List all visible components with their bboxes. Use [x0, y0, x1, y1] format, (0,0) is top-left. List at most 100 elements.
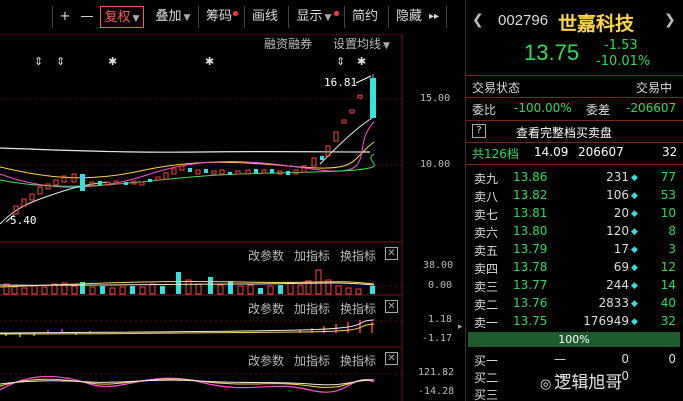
kdj-panel-header: 改参数 加指标 换指标 ✕ [0, 350, 400, 368]
xianshi-dropdown[interactable]: 显示 ▼ [292, 6, 336, 28]
sell-level-label: 卖三 [474, 280, 499, 294]
sell-row[interactable]: 卖九 13.86 231 ◆ 77 [466, 170, 683, 188]
toolbar-divider [388, 6, 389, 28]
watermark: ◎ 逻辑旭哥 [540, 368, 622, 393]
help-icon[interactable]: ? [472, 124, 486, 138]
zoom-out-button[interactable]: — [78, 6, 96, 28]
ma-setting-dropdown[interactable]: 设置均线 ▼ [333, 35, 390, 52]
low-price-label: 5.40 [10, 214, 37, 227]
next-stock-icon[interactable]: ❯ [664, 12, 676, 28]
stock-code: 002796 [498, 12, 549, 29]
huan-zhibiao-link[interactable]: 换指标 [340, 247, 376, 264]
close-icon[interactable]: ✕ [385, 247, 398, 260]
trade-state-label: 交易状态 [472, 81, 521, 95]
sell-level-label: 卖九 [474, 172, 499, 186]
sell-volume: 120 [606, 224, 629, 238]
fuquan-label: 复权 [104, 10, 131, 25]
weicha-value: -206607 [626, 101, 677, 115]
fuquan-dropdown[interactable]: 复权 ▼ [100, 6, 144, 28]
sell-row[interactable]: 卖八 13.82 106 ◆ 53 [466, 188, 683, 206]
jianyue-button[interactable]: 简约 [348, 6, 382, 28]
zoom-in-button[interactable]: + [56, 6, 74, 28]
diejia-label: 叠加 [155, 9, 182, 24]
divider [466, 142, 683, 143]
diejia-dropdown[interactable]: 叠加 ▼ [150, 6, 196, 28]
sell-level-label: 卖七 [474, 208, 499, 222]
huaxian-button[interactable]: 画线 [248, 6, 282, 28]
sell-volume: 20 [613, 206, 629, 220]
sell-level-label: 卖六 [474, 226, 499, 240]
sell-row[interactable]: 卖六 13.80 120 ◆ 8 [466, 224, 683, 242]
sell-volume: 2833 [598, 296, 629, 310]
close-icon[interactable]: ✕ [385, 352, 398, 365]
quote-panel: ❮ 002796 世嘉科技 ❯ 13.75 -1.53 -10.01% 交易状态… [465, 0, 683, 401]
macd-panel-header: 改参数 加指标 换指标 ✕ [0, 298, 400, 316]
buy-level-label: 买三 [474, 388, 499, 401]
buy-level-label: 买二 [474, 371, 499, 385]
jia-zhibiao-link[interactable]: 加指标 [294, 352, 330, 369]
sell-volume: 244 [606, 278, 629, 292]
kdj-axis-tick: -14.28 [418, 386, 455, 397]
sell-row[interactable]: 卖一 13.75 176949 ◆ 32 [466, 314, 683, 332]
sell-sub-count: 12 [660, 260, 676, 274]
kline-chart[interactable]: ⇕ ⇕ ✱ ✱ ⇕ ✱ [0, 34, 462, 401]
ratio-label: 100% [558, 333, 590, 346]
chevron-down-icon: ▼ [132, 14, 140, 24]
yincang-button[interactable]: 隐藏 [392, 6, 426, 28]
more-arrow-icon[interactable]: ▸▸ [426, 6, 442, 28]
svg-text:✱: ✱ [108, 55, 117, 68]
sell-volume: 106 [606, 188, 629, 202]
buy-volume: 0 [621, 352, 629, 366]
price-change: -1.53 [604, 38, 638, 53]
huan-zhibiao-link[interactable]: 换指标 [340, 300, 376, 317]
weibi-label: 委比 [472, 103, 497, 117]
prev-stock-icon[interactable]: ❮ [472, 12, 484, 28]
toolbar-divider [52, 6, 53, 28]
rzrq-link[interactable]: 融资融券 [264, 35, 312, 52]
candlesticks [13, 74, 376, 215]
sell-sub-count: 40 [660, 296, 676, 310]
chouma-button[interactable]: 筹码 [202, 6, 236, 28]
trade-status-row: 交易状态 交易中 [466, 79, 683, 97]
collapse-handle-icon[interactable]: ▸ [458, 322, 464, 336]
gai-canshu-link[interactable]: 改参数 [248, 247, 284, 264]
toolbar-divider [244, 6, 245, 28]
gai-canshu-link[interactable]: 改参数 [248, 352, 284, 369]
high-price-label: 16.81 [324, 76, 358, 89]
weicha-label: 委差 [586, 103, 611, 117]
price-change-pct: -10.01% [596, 54, 651, 69]
sell-row[interactable]: 卖三 13.77 244 ◆ 14 [466, 278, 683, 296]
weibi-row: 委比 -100.00% 委差 -206607 [466, 101, 683, 119]
kline-chart-area: ⇕ ⇕ ✱ ✱ ⇕ ✱ 融资融券 设置均线 ▼ 16.81 5.40 15.00… [0, 34, 462, 401]
buy-sell-ratio-bar: 100% [468, 332, 680, 347]
total-levels-label: 共126档 [472, 147, 519, 161]
jia-zhibiao-link[interactable]: 加指标 [294, 300, 330, 317]
sell-price: 13.82 [513, 188, 548, 202]
sell-row[interactable]: 卖二 13.76 2833 ◆ 40 [466, 296, 683, 314]
macd-axis-tick: -1.17 [422, 333, 453, 344]
sell-sub-count: 53 [660, 188, 676, 202]
gai-canshu-link[interactable]: 改参数 [248, 300, 284, 317]
xianshi-label: 显示 [296, 9, 323, 24]
full-book-row[interactable]: ? 查看完整档买卖盘 [466, 123, 683, 141]
volume-axis-tick: 0.00 [428, 280, 453, 291]
sell-volume: 69 [613, 260, 629, 274]
svg-text:⇕: ⇕ [34, 55, 43, 68]
last-price: 13.75 [524, 40, 580, 65]
close-icon[interactable]: ✕ [385, 300, 398, 313]
sell-volume: 176949 [583, 314, 629, 328]
watermark-text: 逻辑旭哥 [554, 373, 623, 393]
jia-zhibiao-link[interactable]: 加指标 [294, 247, 330, 264]
buy-level-label: 买一 [474, 354, 499, 368]
sell-row[interactable]: 卖五 13.79 17 ◆ 3 [466, 242, 683, 260]
sell-price: 13.75 [513, 314, 548, 328]
svg-text:⇕: ⇕ [336, 55, 345, 68]
buy-sub-count: 0 [668, 352, 676, 366]
sell-row[interactable]: 卖七 13.81 20 ◆ 10 [466, 206, 683, 224]
volume-panel-header: 改参数 加指标 换指标 ✕ [0, 245, 400, 263]
total-avg-price: 14.09 [534, 145, 569, 159]
full-book-link[interactable]: 查看完整档买卖盘 [516, 124, 612, 141]
sell-sub-count: 3 [668, 242, 676, 256]
sell-row[interactable]: 卖四 13.78 69 ◆ 12 [466, 260, 683, 278]
huan-zhibiao-link[interactable]: 换指标 [340, 352, 376, 369]
